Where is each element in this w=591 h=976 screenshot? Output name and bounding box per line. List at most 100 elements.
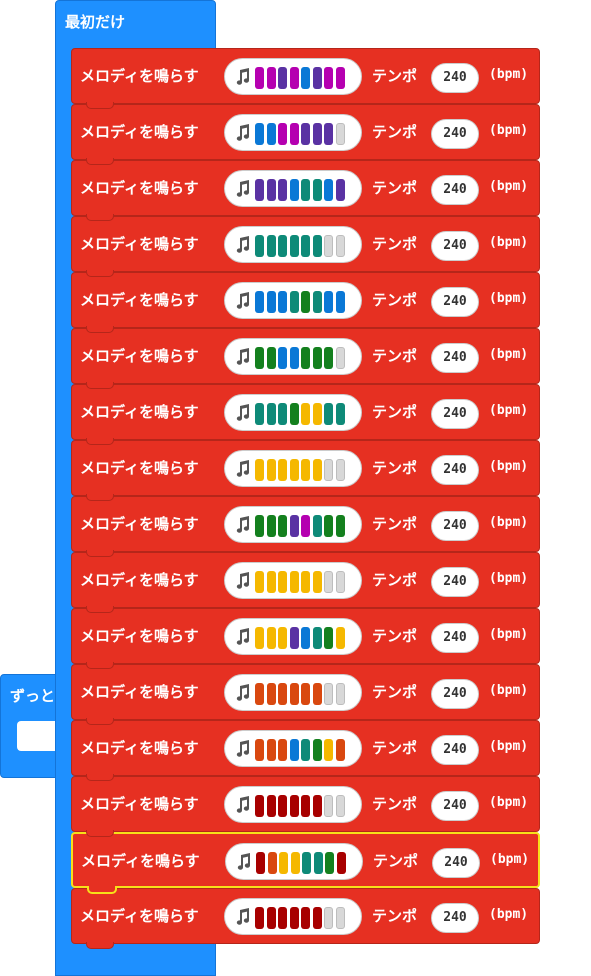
play-melody-block[interactable]: メロディを鳴らす テンポ 240 (bpm) <box>71 440 540 501</box>
note-cell <box>289 627 299 649</box>
music-note-icon <box>235 684 251 702</box>
melody-editor-field[interactable] <box>224 394 362 431</box>
melody-editor-field[interactable] <box>224 450 362 487</box>
note-cell <box>312 907 322 929</box>
tempo-label: テンポ <box>372 67 418 85</box>
melody-editor-field[interactable] <box>224 114 362 151</box>
play-melody-block[interactable]: メロディを鳴らす テンポ 240 (bpm) <box>71 664 540 725</box>
note-cell <box>301 347 310 369</box>
note-cell <box>335 179 345 201</box>
note-cell <box>266 459 276 481</box>
tempo-input[interactable]: 240 <box>431 623 479 653</box>
melody-editor-field[interactable] <box>224 338 362 375</box>
melody-editor-field[interactable] <box>224 170 362 207</box>
play-melody-block[interactable]: メロディを鳴らす テンポ 240 (bpm) <box>71 720 540 781</box>
note-cell-empty <box>335 347 345 369</box>
play-melody-block[interactable]: メロディを鳴らす テンポ 240 (bpm) <box>71 48 540 109</box>
play-melody-block[interactable]: メロディを鳴らす テンポ 240 (bpm) <box>71 328 540 389</box>
note-cell <box>324 627 333 649</box>
melody-editor-field[interactable] <box>224 618 362 655</box>
play-melody-block[interactable]: メロディを鳴らす テンポ 240 (bpm) <box>71 496 540 557</box>
tempo-input[interactable]: 240 <box>431 399 479 429</box>
tempo-input[interactable]: 240 <box>431 903 479 933</box>
play-melody-block[interactable]: メロディを鳴らす テンポ 240 (bpm) <box>71 160 540 221</box>
play-melody-block[interactable]: メロディを鳴らす テンポ 240 (bpm) <box>71 384 540 445</box>
play-melody-label: メロディを鳴らす <box>80 235 199 253</box>
play-melody-block[interactable]: メロディを鳴らす テンポ 240 (bpm) <box>71 216 540 277</box>
music-note-icon <box>235 460 251 478</box>
music-note-icon <box>235 180 251 198</box>
melody-editor-field[interactable] <box>224 898 362 935</box>
play-melody-block[interactable]: メロディを鳴らす テンポ 240 (bpm) <box>71 608 540 669</box>
melody-editor-field[interactable] <box>225 843 363 880</box>
tempo-input[interactable]: 240 <box>431 567 479 597</box>
on-start-label: 最初だけ <box>65 13 126 31</box>
note-cell <box>278 123 287 145</box>
note-cell <box>289 123 299 145</box>
tempo-input[interactable]: 240 <box>431 287 479 317</box>
note-cell <box>289 235 299 257</box>
note-cell <box>278 795 287 817</box>
block-connector-notch <box>86 942 114 949</box>
note-cell <box>301 515 310 537</box>
tempo-input[interactable]: 240 <box>432 848 480 878</box>
note-cell <box>335 627 345 649</box>
tempo-label: テンポ <box>372 795 418 813</box>
note-cell <box>324 67 333 89</box>
play-melody-block[interactable]: メロディを鳴らす テンポ 240 (bpm) <box>71 104 540 165</box>
tempo-input[interactable]: 240 <box>431 511 479 541</box>
tempo-label: テンポ <box>372 907 418 925</box>
bpm-unit-label: (bpm) <box>490 852 530 867</box>
melody-editor-field[interactable] <box>224 282 362 319</box>
melody-editor-field[interactable] <box>224 730 362 767</box>
play-melody-block[interactable]: メロディを鳴らす テンポ 240 (bpm) <box>71 776 540 837</box>
play-melody-label: メロディを鳴らす <box>80 123 199 141</box>
note-cell-empty <box>324 459 333 481</box>
note-cell-empty <box>335 235 345 257</box>
music-note-icon <box>235 740 251 758</box>
note-cell <box>312 291 322 313</box>
tempo-input[interactable]: 240 <box>431 175 479 205</box>
play-melody-label: メロディを鳴らす <box>80 347 199 365</box>
tempo-input[interactable]: 240 <box>431 231 479 261</box>
melody-editor-field[interactable] <box>224 786 362 823</box>
play-melody-label: メロディを鳴らす <box>80 907 199 925</box>
note-cell-empty <box>324 571 333 593</box>
block-connector-notch <box>87 886 117 894</box>
melody-editor-field[interactable] <box>224 562 362 599</box>
play-melody-block[interactable]: メロディを鳴らす テンポ 240 (bpm) <box>71 552 540 613</box>
note-cell <box>266 123 276 145</box>
melody-editor-field[interactable] <box>224 58 362 95</box>
bpm-unit-label: (bpm) <box>489 123 529 138</box>
note-cell <box>266 179 276 201</box>
tempo-input[interactable]: 240 <box>431 119 479 149</box>
tempo-input[interactable]: 240 <box>431 679 479 709</box>
note-cell <box>255 235 264 257</box>
block-connector-notch <box>86 662 114 669</box>
note-cell <box>324 291 333 313</box>
tempo-label: テンポ <box>372 403 418 421</box>
melody-editor-field[interactable] <box>224 674 362 711</box>
play-melody-label: メロディを鳴らす <box>80 571 199 589</box>
melody-editor-field[interactable] <box>224 226 362 263</box>
tempo-input[interactable]: 240 <box>431 455 479 485</box>
bpm-unit-label: (bpm) <box>489 907 529 922</box>
play-melody-label: メロディを鳴らす <box>81 852 200 870</box>
note-cell <box>266 403 276 425</box>
play-melody-block[interactable]: メロディを鳴らす テンポ 240 (bpm) <box>71 832 540 894</box>
melody-editor-field[interactable] <box>224 506 362 543</box>
play-melody-label: メロディを鳴らす <box>80 627 199 645</box>
note-cell <box>301 627 310 649</box>
note-cell-empty <box>335 123 345 145</box>
tempo-input[interactable]: 240 <box>431 735 479 765</box>
play-melody-block[interactable]: メロディを鳴らす テンポ 240 (bpm) <box>71 888 540 949</box>
note-cell <box>325 852 334 874</box>
tempo-input[interactable]: 240 <box>431 63 479 93</box>
play-melody-block[interactable]: メロディを鳴らす テンポ 240 (bpm) <box>71 272 540 333</box>
note-cell <box>266 683 276 705</box>
tempo-input[interactable]: 240 <box>431 343 479 373</box>
tempo-input[interactable]: 240 <box>431 791 479 821</box>
note-cell <box>312 459 322 481</box>
note-cell <box>279 852 288 874</box>
block-connector-notch <box>86 718 114 725</box>
